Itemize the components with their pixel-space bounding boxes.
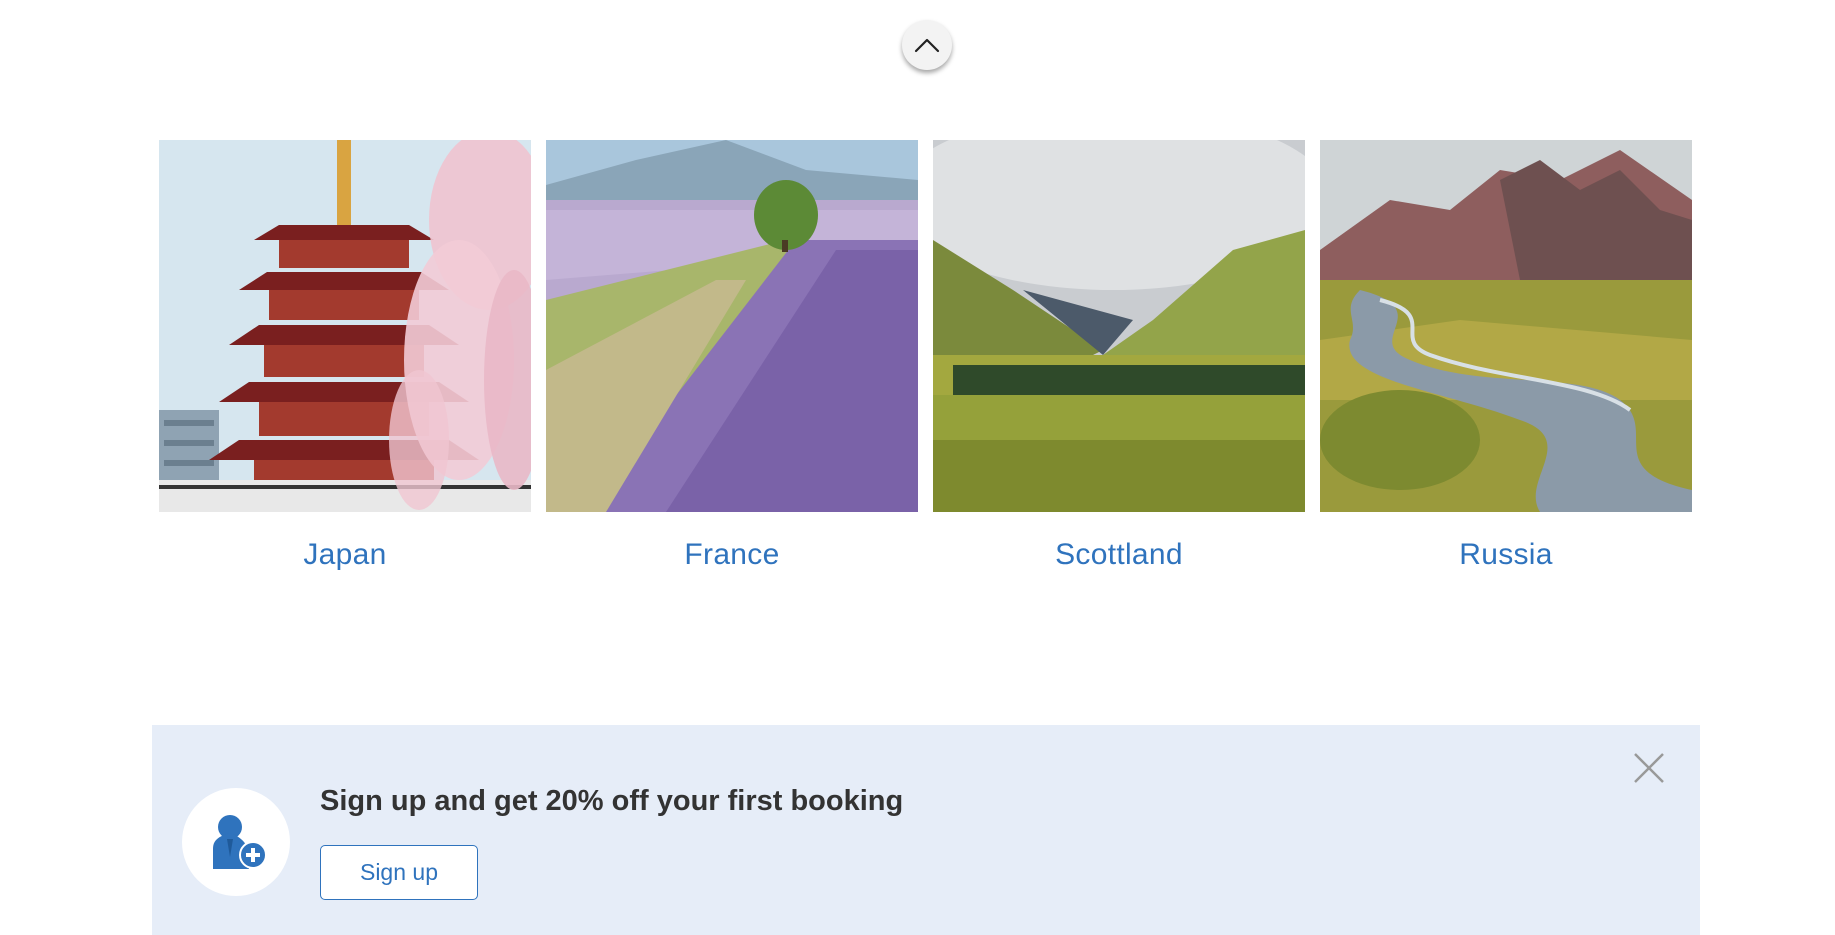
destination-label-japan[interactable]: Japan: [303, 538, 386, 572]
destination-label-france[interactable]: France: [684, 538, 779, 572]
signup-button[interactable]: Sign up: [320, 845, 478, 900]
destination-card-japan[interactable]: Japan: [159, 140, 531, 572]
close-banner-button[interactable]: [1632, 751, 1666, 785]
page: Japan France Scottland Russia Sign up an…: [0, 0, 1835, 935]
close-icon: [1634, 753, 1664, 783]
scottland-image: [933, 140, 1305, 512]
signup-heading: Sign up and get 20% off your first booki…: [320, 785, 904, 817]
destination-cards: Japan France Scottland Russia: [159, 140, 1692, 572]
france-image: [546, 140, 918, 512]
signup-banner: Sign up and get 20% off your first booki…: [152, 725, 1700, 935]
destination-card-russia[interactable]: Russia: [1320, 140, 1692, 572]
russia-image: [1320, 140, 1692, 512]
destination-label-russia[interactable]: Russia: [1459, 538, 1553, 572]
japan-image: [159, 140, 531, 512]
destination-card-scottland[interactable]: Scottland: [933, 140, 1305, 572]
destination-label-scottland[interactable]: Scottland: [1055, 538, 1183, 572]
destination-card-france[interactable]: France: [546, 140, 918, 572]
chevron-up-icon: [914, 38, 940, 53]
add-user-icon: [213, 815, 267, 869]
avatar: [182, 788, 290, 896]
scroll-up-button[interactable]: [902, 20, 952, 70]
